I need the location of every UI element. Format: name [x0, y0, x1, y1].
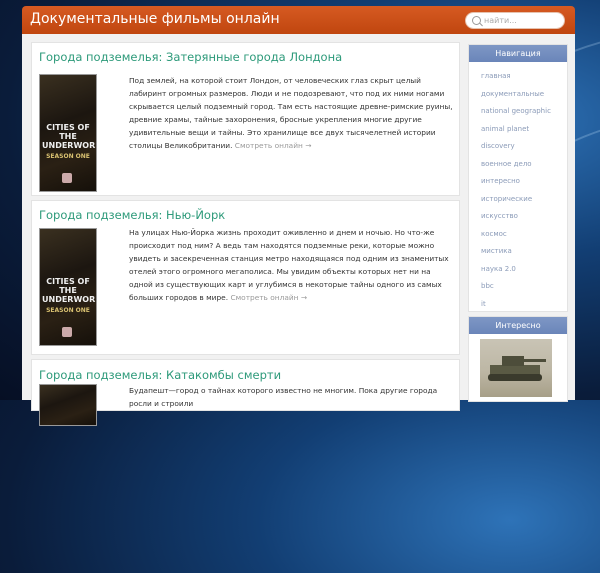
- post-card: Города подземелья: Нью-Йорк CITIES OF TH…: [31, 200, 460, 355]
- tank-thumbnail-image[interactable]: [480, 339, 552, 397]
- post-card: Города подземелья: Катакомбы смерти Буда…: [31, 359, 460, 426]
- nav-item[interactable]: искусство: [469, 208, 567, 226]
- nav-item[interactable]: документальные: [469, 86, 567, 104]
- nav-item[interactable]: космос: [469, 226, 567, 244]
- post-excerpt-text: Под землей, на которой стоит Лондон, от …: [129, 76, 453, 151]
- post-title-link[interactable]: Города подземелья: Затерянные города Лон…: [39, 50, 342, 64]
- post-title-link[interactable]: Города подземелья: Нью-Йорк: [39, 208, 225, 222]
- nav-item[interactable]: мистика: [469, 243, 567, 261]
- sidebar-nav-title: Навигация: [469, 45, 567, 62]
- site-header: Документальные фильмы онлайн: [22, 6, 575, 34]
- post-title-link[interactable]: Города подземелья: Катакомбы смерти: [39, 368, 281, 382]
- history-logo-icon: [62, 173, 72, 183]
- watch-online-link[interactable]: Смотреть онлайн →: [235, 141, 312, 150]
- content-area: Города подземелья: Затерянные города Лон…: [22, 34, 575, 426]
- sidebar-interesting-title: Интересно: [469, 317, 567, 334]
- post-excerpt: Будапешт—город о тайнах которого известн…: [129, 384, 454, 410]
- post-cover-image[interactable]: CITIES OF THE UNDERWORLD SEASON ONE: [39, 74, 97, 192]
- history-logo-icon: [62, 327, 72, 337]
- nav-list: главная документальные national geograph…: [469, 68, 567, 313]
- cover-season-text: SEASON ONE: [46, 307, 90, 314]
- nav-item[interactable]: наука 2.0: [469, 261, 567, 279]
- post-excerpt: На улицах Нью-Йорка жизнь проходит оживл…: [129, 226, 454, 305]
- nav-item[interactable]: исторические: [469, 191, 567, 209]
- nav-item[interactable]: animal planet: [469, 121, 567, 139]
- cover-season-text: SEASON ONE: [46, 153, 90, 160]
- search-input[interactable]: [484, 13, 558, 28]
- nav-item[interactable]: discovery: [469, 138, 567, 156]
- site-title[interactable]: Документальные фильмы онлайн: [30, 11, 280, 27]
- search-box[interactable]: [465, 12, 565, 29]
- watch-online-link[interactable]: Смотреть онлайн →: [230, 293, 307, 302]
- search-icon: [472, 16, 481, 25]
- sidebar-interesting: Интересно: [468, 316, 568, 402]
- post-cover-image[interactable]: CITIES OF THE UNDERWORLD SEASON ONE: [39, 228, 97, 346]
- nav-item[interactable]: интересно: [469, 173, 567, 191]
- nav-item[interactable]: военное дело: [469, 156, 567, 174]
- post-excerpt-text: Будапешт—город о тайнах которого известн…: [129, 386, 438, 409]
- sidebar-navigation: Навигация главная документальные nationa…: [468, 44, 568, 312]
- cover-title-text: CITIES OF THE UNDERWORLD: [42, 123, 96, 150]
- post-excerpt: Под землей, на которой стоит Лондон, от …: [129, 74, 454, 153]
- nav-item[interactable]: national geographic: [469, 103, 567, 121]
- nav-item[interactable]: главная: [469, 68, 567, 86]
- cover-title-text: CITIES OF THE UNDERWORLD: [42, 277, 96, 304]
- post-card: Города подземелья: Затерянные города Лон…: [31, 42, 460, 196]
- nav-item[interactable]: bbc: [469, 278, 567, 296]
- post-cover-image[interactable]: [39, 384, 97, 426]
- nav-item[interactable]: it: [469, 296, 567, 314]
- post-excerpt-text: На улицах Нью-Йорка жизнь проходит оживл…: [129, 228, 449, 303]
